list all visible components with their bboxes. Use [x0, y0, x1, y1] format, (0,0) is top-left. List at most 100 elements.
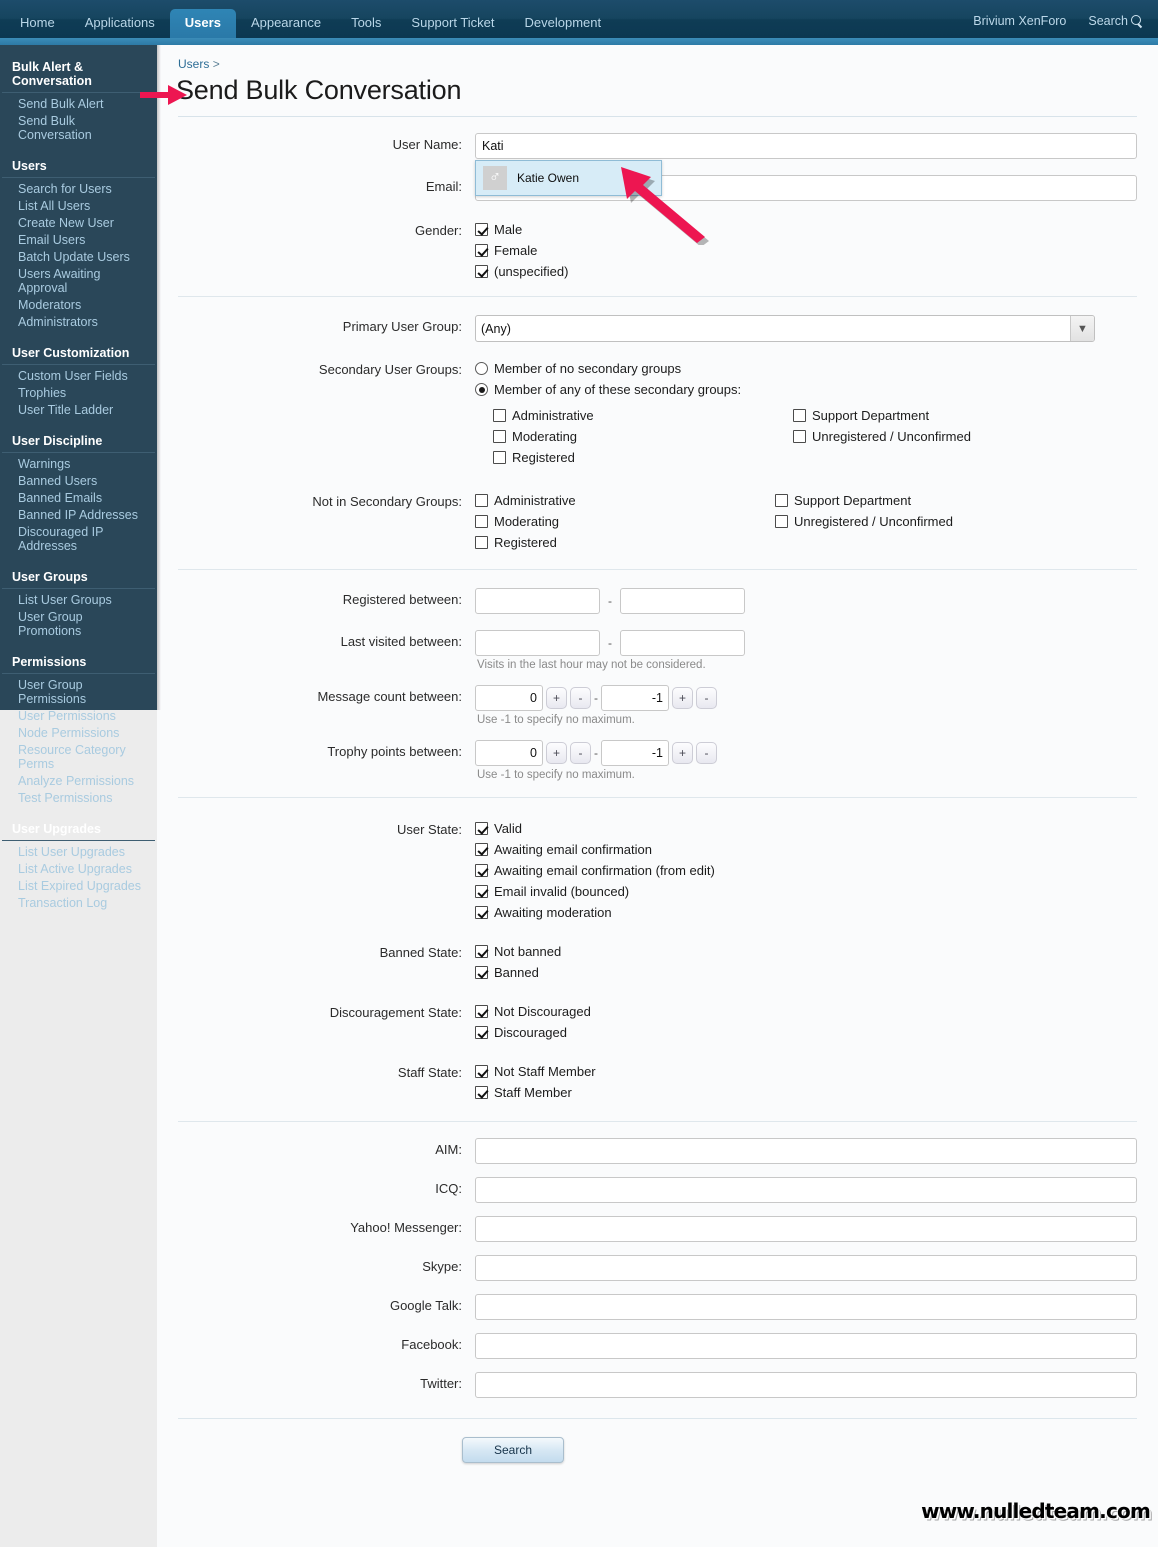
- sidebar-item-user-group-permissions[interactable]: User Group Permissions: [0, 676, 157, 707]
- primary-user-group-select[interactable]: (Any): [475, 315, 1095, 342]
- sidebar-item-search-for-users[interactable]: Search for Users: [0, 180, 157, 197]
- top-nav-tab-users[interactable]: Users: [169, 9, 236, 38]
- facebook-input[interactable]: [475, 1333, 1137, 1359]
- sidebar-item-batch-update-users[interactable]: Batch Update Users: [0, 248, 157, 265]
- sidebar-item-custom-user-fields[interactable]: Custom User Fields: [0, 367, 157, 384]
- sidebar-item-email-users[interactable]: Email Users: [0, 231, 157, 248]
- not-in-secondary-support-department-row[interactable]: Support Department: [775, 490, 1075, 511]
- sidebar-item-transaction-log[interactable]: Transaction Log: [0, 894, 157, 911]
- account-menu[interactable]: Brivium XenForo: [973, 14, 1066, 28]
- secondary-group-support-department-row[interactable]: Support Department: [793, 405, 1093, 426]
- banned-state-banned-row[interactable]: Banned: [475, 962, 1137, 983]
- last-visited-from-input[interactable]: [475, 630, 600, 656]
- top-nav-tab-home[interactable]: Home: [5, 9, 70, 38]
- not-in-secondary-registered-row[interactable]: Registered: [475, 532, 775, 553]
- gender-unspecified-checkbox[interactable]: [475, 265, 488, 278]
- google-talk-input[interactable]: [475, 1294, 1137, 1320]
- staff-state-staff-member-row[interactable]: Staff Member: [475, 1082, 1137, 1103]
- sidebar-item-moderators[interactable]: Moderators: [0, 296, 157, 313]
- user-state-email-invalid-bounced-row[interactable]: Email invalid (bounced): [475, 881, 1137, 902]
- not-in-secondary-unregistered-unconfirmed-row[interactable]: Unregistered / Unconfirmed: [775, 511, 1075, 532]
- discouragement-state-discouraged-checkbox[interactable]: [475, 1026, 488, 1039]
- gender-unspecified-row[interactable]: (unspecified): [475, 261, 1137, 282]
- top-search-button[interactable]: Search: [1088, 14, 1144, 28]
- sidebar-item-resource-category-perms[interactable]: Resource Category Perms: [0, 741, 157, 772]
- user-state-valid-row[interactable]: Valid: [475, 818, 1137, 839]
- user-state-email-invalid-bounced-checkbox[interactable]: [475, 885, 488, 898]
- not-in-secondary-support-department-checkbox[interactable]: [775, 494, 788, 507]
- secondary-user-groups-member-of-no-secondary-groups-row[interactable]: Member of no secondary groups: [475, 358, 1137, 379]
- trophy-points-min-increment-button[interactable]: +: [546, 742, 567, 764]
- secondary-user-groups-member-of-any-of-these-secondary-groups-row[interactable]: Member of any of these secondary groups:: [475, 379, 1137, 400]
- sidebar-item-list-active-upgrades[interactable]: List Active Upgrades: [0, 860, 157, 877]
- user-name-input[interactable]: [475, 133, 1137, 159]
- message-count-max-input[interactable]: [601, 685, 669, 711]
- breadcrumb-users[interactable]: Users: [178, 57, 209, 71]
- discouragement-state-not-discouraged-checkbox[interactable]: [475, 1005, 488, 1018]
- staff-state-staff-member-checkbox[interactable]: [475, 1086, 488, 1099]
- top-nav-tab-appearance[interactable]: Appearance: [236, 9, 336, 38]
- message-count-min-decrement-button[interactable]: -: [570, 687, 591, 709]
- message-count-min-increment-button[interactable]: +: [546, 687, 567, 709]
- twitter-input[interactable]: [475, 1372, 1137, 1398]
- trophy-points-max-input[interactable]: [601, 740, 669, 766]
- sidebar-item-user-group-promotions[interactable]: User Group Promotions: [0, 608, 157, 639]
- secondary-user-groups-member-of-any-of-these-secondary-groups-radio[interactable]: [475, 383, 488, 396]
- sidebar-item-send-bulk-conversation[interactable]: Send Bulk Conversation: [0, 112, 157, 143]
- trophy-points-min-input[interactable]: [475, 740, 543, 766]
- secondary-group-unregistered-unconfirmed-checkbox[interactable]: [793, 430, 806, 443]
- not-in-secondary-moderating-row[interactable]: Moderating: [475, 511, 775, 532]
- message-count-min-input[interactable]: [475, 685, 543, 711]
- secondary-group-registered-row[interactable]: Registered: [493, 447, 793, 468]
- user-state-awaiting-moderation-row[interactable]: Awaiting moderation: [475, 902, 1137, 923]
- sidebar-item-users-awaiting-approval[interactable]: Users Awaiting Approval: [0, 265, 157, 296]
- sidebar-item-administrators[interactable]: Administrators: [0, 313, 157, 330]
- sidebar-item-list-expired-upgrades[interactable]: List Expired Upgrades: [0, 877, 157, 894]
- sidebar-item-send-bulk-alert[interactable]: Send Bulk Alert: [0, 95, 157, 112]
- secondary-group-support-department-checkbox[interactable]: [793, 409, 806, 422]
- trophy-points-min-decrement-button[interactable]: -: [570, 742, 591, 764]
- user-state-awaiting-email-confirmation-from-edit-checkbox[interactable]: [475, 864, 488, 877]
- secondary-group-moderating-row[interactable]: Moderating: [493, 426, 793, 447]
- staff-state-not-staff-member-row[interactable]: Not Staff Member: [475, 1061, 1137, 1082]
- gender-female-row[interactable]: Female: [475, 240, 1137, 261]
- user-state-awaiting-email-confirmation-from-edit-row[interactable]: Awaiting email confirmation (from edit): [475, 860, 1137, 881]
- sidebar-item-user-title-ladder[interactable]: User Title Ladder: [0, 401, 157, 418]
- sidebar-item-banned-ip-addresses[interactable]: Banned IP Addresses: [0, 506, 157, 523]
- trophy-points-max-decrement-button[interactable]: -: [696, 742, 717, 764]
- not-in-secondary-registered-checkbox[interactable]: [475, 536, 488, 549]
- sidebar-item-list-user-upgrades[interactable]: List User Upgrades: [0, 843, 157, 860]
- sidebar-item-banned-users[interactable]: Banned Users: [0, 472, 157, 489]
- user-state-awaiting-email-confirmation-checkbox[interactable]: [475, 843, 488, 856]
- skype-input[interactable]: [475, 1255, 1137, 1281]
- sidebar-item-list-user-groups[interactable]: List User Groups: [0, 591, 157, 608]
- banned-state-not-banned-checkbox[interactable]: [475, 945, 488, 958]
- secondary-user-groups-member-of-no-secondary-groups-radio[interactable]: [475, 362, 488, 375]
- sidebar-item-analyze-permissions[interactable]: Analyze Permissions: [0, 772, 157, 789]
- autocomplete-option-katie-owen[interactable]: ♂ Katie Owen: [476, 161, 661, 195]
- sidebar-item-list-all-users[interactable]: List All Users: [0, 197, 157, 214]
- sidebar-item-create-new-user[interactable]: Create New User: [0, 214, 157, 231]
- top-nav-tab-development[interactable]: Development: [510, 9, 617, 38]
- secondary-group-administrative-checkbox[interactable]: [493, 409, 506, 422]
- user-state-awaiting-moderation-checkbox[interactable]: [475, 906, 488, 919]
- sidebar-item-trophies[interactable]: Trophies: [0, 384, 157, 401]
- top-nav-tab-tools[interactable]: Tools: [336, 9, 396, 38]
- banned-state-banned-checkbox[interactable]: [475, 966, 488, 979]
- top-nav-tab-applications[interactable]: Applications: [70, 9, 170, 38]
- trophy-points-max-increment-button[interactable]: +: [672, 742, 693, 764]
- message-count-max-increment-button[interactable]: +: [672, 687, 693, 709]
- discouragement-state-not-discouraged-row[interactable]: Not Discouraged: [475, 1001, 1137, 1022]
- gender-female-checkbox[interactable]: [475, 244, 488, 257]
- sidebar-item-test-permissions[interactable]: Test Permissions: [0, 789, 157, 806]
- yahoo-messenger-input[interactable]: [475, 1216, 1137, 1242]
- not-in-secondary-moderating-checkbox[interactable]: [475, 515, 488, 528]
- last-visited-to-input[interactable]: [620, 630, 745, 656]
- sidebar-item-banned-emails[interactable]: Banned Emails: [0, 489, 157, 506]
- search-button[interactable]: Search: [462, 1437, 564, 1463]
- sidebar-item-warnings[interactable]: Warnings: [0, 455, 157, 472]
- gender-male-row[interactable]: Male: [475, 219, 1137, 240]
- user-state-valid-checkbox[interactable]: [475, 822, 488, 835]
- top-nav-tab-support-ticket[interactable]: Support Ticket: [396, 9, 509, 38]
- registered-to-input[interactable]: [620, 588, 745, 614]
